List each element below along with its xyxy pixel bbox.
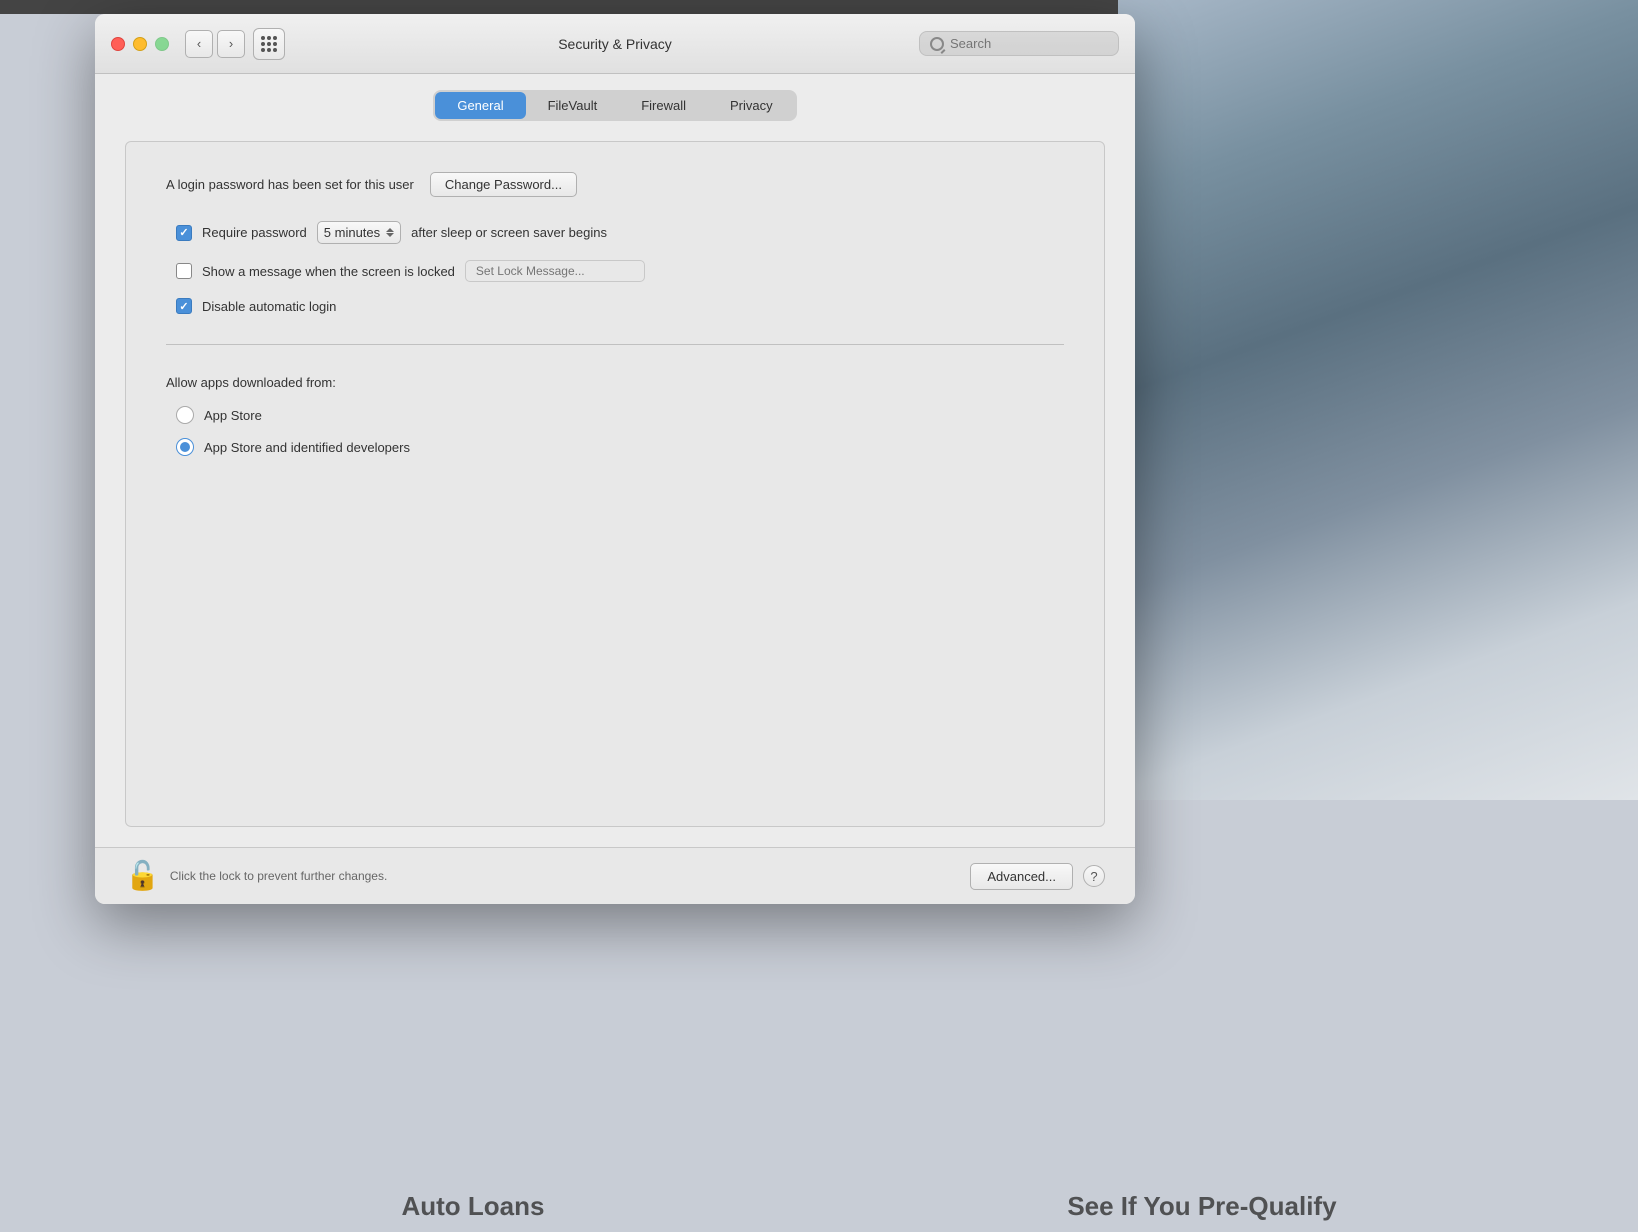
footer: 🔓 Click the lock to prevent further chan… [95,847,1135,904]
password-row: A login password has been set for this u… [166,172,1064,197]
tab-privacy[interactable]: Privacy [708,92,795,119]
content-area: A login password has been set for this u… [95,121,1135,847]
app-store-identified-radio-row[interactable]: App Store and identified developers [176,438,1064,456]
help-button[interactable]: ? [1083,865,1105,887]
require-password-label-before: Require password [202,225,307,240]
allow-apps-label: Allow apps downloaded from: [166,375,1064,390]
password-delay-select[interactable]: 5 minutes [317,221,401,244]
show-lock-message-row: Show a message when the screen is locked [176,260,1064,282]
lock-message-input[interactable] [465,260,645,282]
maximize-button[interactable] [155,37,169,51]
section-divider [166,344,1064,345]
tab-filevault[interactable]: FileVault [526,92,620,119]
bottom-text-left: Auto Loans [401,1191,544,1222]
change-password-button[interactable]: Change Password... [430,172,577,197]
search-input[interactable] [950,36,1108,51]
grid-icon [261,36,277,52]
stepper-up-icon [386,228,394,232]
forward-button[interactable]: › [217,30,245,58]
stepper-arrows [386,228,394,237]
tab-firewall[interactable]: Firewall [619,92,708,119]
system-preferences-window: ‹ › Security & Privacy General FileVault… [95,14,1135,904]
tab-general[interactable]: General [435,92,525,119]
allow-apps-section: Allow apps downloaded from: App Store Ap… [166,375,1064,456]
password-label: A login password has been set for this u… [166,177,414,192]
app-store-radio[interactable] [176,406,194,424]
nav-buttons: ‹ › [185,30,245,58]
traffic-lights [111,37,169,51]
lock-message: Click the lock to prevent further change… [170,869,970,883]
password-delay-value: 5 minutes [324,225,380,240]
show-lock-message-checkbox[interactable] [176,263,192,279]
window-title: Security & Privacy [558,36,672,52]
radio-group: App Store App Store and identified devel… [176,406,1064,456]
bottom-text-right: See If You Pre-Qualify [1067,1191,1336,1222]
back-button[interactable]: ‹ [185,30,213,58]
search-bar[interactable] [919,31,1119,56]
title-bar: ‹ › Security & Privacy [95,14,1135,74]
tabs: General FileVault Firewall Privacy [433,90,796,121]
options-section: Require password 5 minutes after sleep o… [176,221,1064,314]
disable-auto-login-checkbox[interactable] [176,298,192,314]
show-lock-message-label: Show a message when the screen is locked [202,264,455,279]
disable-auto-login-label: Disable automatic login [202,299,336,314]
bottom-text-area: Auto Loans See If You Pre-Qualify [100,1181,1638,1232]
advanced-button[interactable]: Advanced... [970,863,1073,890]
inner-panel: A login password has been set for this u… [125,141,1105,827]
search-icon [930,37,944,51]
close-button[interactable] [111,37,125,51]
disable-auto-login-row: Disable automatic login [176,298,1064,314]
app-store-identified-radio[interactable] [176,438,194,456]
app-store-identified-label: App Store and identified developers [204,440,410,455]
tabs-container: General FileVault Firewall Privacy [95,74,1135,121]
minimize-button[interactable] [133,37,147,51]
require-password-row: Require password 5 minutes after sleep o… [176,221,1064,244]
background-mountain [1118,0,1638,800]
lock-icon[interactable]: 🔓 [125,862,160,890]
app-store-label: App Store [204,408,262,423]
require-password-checkbox[interactable] [176,225,192,241]
app-store-radio-row[interactable]: App Store [176,406,1064,424]
stepper-down-icon [386,233,394,237]
grid-button[interactable] [253,28,285,60]
require-password-label-after: after sleep or screen saver begins [411,225,607,240]
